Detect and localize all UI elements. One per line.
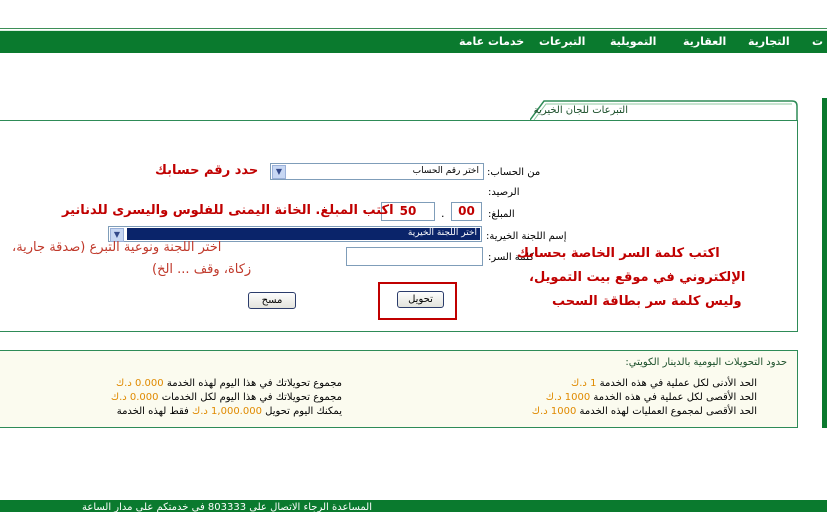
nav-item-partial[interactable]: ت xyxy=(812,35,823,48)
annotation-password-line2: الإلكتروني في موقع بيت التمويل، xyxy=(529,270,746,285)
account-label: من الحساب: xyxy=(487,167,541,178)
committee-select-value: اختر اللجنة الخيرية xyxy=(407,228,477,238)
annotation-account: حدد رقم حسابك xyxy=(155,163,259,178)
usage-value: 0.000 د.ك xyxy=(110,392,159,403)
limit-value: 1 د.ك xyxy=(571,378,597,389)
usage-text: مجموع تحويلاتك في هذا اليوم لكل الخدمات xyxy=(161,392,342,403)
daily-limits-box: حدود التحويلات اليومية بالدينار الكويتي:… xyxy=(0,350,798,428)
usage-value: 0.000 د.ك xyxy=(115,378,164,389)
amount-separator: . xyxy=(441,207,445,220)
usage-text: مجموع تحويلاتك في هذا اليوم لهذه الخدمة xyxy=(166,378,342,389)
annotation-committee-line2: زكاة، وقف ... الخ) xyxy=(152,262,252,277)
footer-bar: المساعدة الرجاء الاتصال على 803333 في خد… xyxy=(0,500,827,512)
limit-value: 1000 د.ك xyxy=(531,406,577,417)
nav-item-realestate[interactable]: العقارية xyxy=(683,35,726,48)
panel-title: التبرعات للجان الخيرية xyxy=(533,105,628,116)
account-select[interactable]: اختر رقم الحساب ▼ xyxy=(270,163,484,180)
nav-top-border xyxy=(0,28,827,29)
limit-text: الحد الأقصى لمجموع العمليات لهذه الخدمة xyxy=(579,406,758,417)
panel-tab: التبرعات للجان الخيرية xyxy=(530,100,798,120)
annotation-amount: اكتب المبلغ. الخانة اليمنى للفلوس واليسر… xyxy=(62,203,394,218)
limit-value: 1000 د.ك xyxy=(545,392,591,403)
annotation-password-line1: اكتب كلمة السر الخاصة بحسابك xyxy=(517,246,720,261)
usage-suffix: فقط لهذه الخدمة xyxy=(116,406,189,417)
annotation-committee-line1: اختر اللجنة ونوعية التبرع (صدقة جارية، xyxy=(12,240,222,255)
nav-item-commercial[interactable]: التجارية xyxy=(748,35,790,48)
chevron-down-icon[interactable]: ▼ xyxy=(272,165,286,179)
footer-text: المساعدة الرجاء الاتصال على 803333 في خد… xyxy=(81,502,372,512)
limit-row: الحد الأقصى لمجموع العمليات لهذه الخدمة … xyxy=(532,406,757,417)
password-input[interactable] xyxy=(346,247,483,266)
usage-row: يمكنك اليوم تحويل 1,000.000 د.ك فقط لهذه… xyxy=(117,406,342,417)
account-select-value: اختر رقم الحساب xyxy=(412,166,479,176)
nav-item-donations[interactable]: التبرعات xyxy=(539,35,585,48)
usage-row: مجموع تحويلاتك في هذا اليوم لهذه الخدمة … xyxy=(116,378,342,389)
usage-text: يمكنك اليوم تحويل xyxy=(265,406,342,417)
annotation-password-line3: وليس كلمة سر بطاقة السحب xyxy=(552,294,742,309)
limit-row: الحد الأقصى لكل عملية في هذه الخدمة 1000… xyxy=(546,392,757,403)
transfer-button[interactable]: تحويل xyxy=(397,291,444,308)
limit-row: الحد الأدنى لكل عملية في هذه الخدمة 1 د.… xyxy=(571,378,757,389)
limit-text: الحد الأقصى لكل عملية في هذه الخدمة xyxy=(593,392,757,403)
clear-button[interactable]: مسح xyxy=(248,292,296,309)
balance-label: الرصيد: xyxy=(488,187,520,198)
limit-text: الحد الأدنى لكل عملية في هذه الخدمة xyxy=(599,378,757,389)
main-nav-bar: ت التجارية العقارية التمويلية التبرعات خ… xyxy=(0,30,827,53)
right-edge-bar xyxy=(822,98,827,428)
nav-item-financing[interactable]: التمويلية xyxy=(610,35,656,48)
nav-item-general-services[interactable]: خدمات عامة xyxy=(459,35,524,48)
usage-value: 1,000.000 د.ك xyxy=(191,406,262,417)
amount-label: المبلغ: xyxy=(488,209,515,220)
amount-fils-input[interactable]: 00 xyxy=(451,202,482,221)
limits-title: حدود التحويلات اليومية بالدينار الكويتي: xyxy=(625,357,787,368)
committee-label: إسم اللجنة الخيرية: xyxy=(486,231,567,242)
usage-row: مجموع تحويلاتك في هذا اليوم لكل الخدمات … xyxy=(111,392,342,403)
